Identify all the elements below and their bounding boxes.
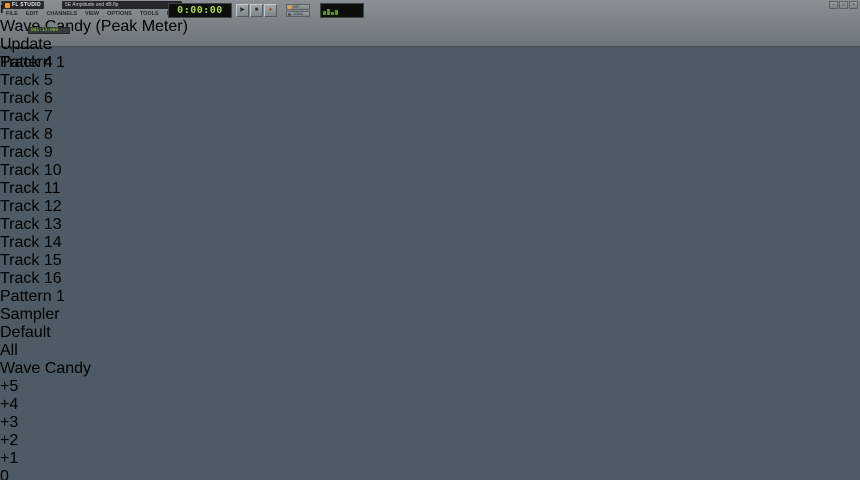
db-scale-label: +3 <box>0 414 19 431</box>
playlist-track-name[interactable]: Track 15 <box>0 252 860 270</box>
song-mode-led <box>288 12 291 16</box>
menu-item[interactable]: EDIT <box>22 10 43 19</box>
playlist-track-name[interactable]: Track 7 <box>0 108 860 126</box>
playlist-track-name[interactable]: Track 10 <box>0 162 860 180</box>
playlist-track-name[interactable]: Track 8 <box>0 126 860 144</box>
top-toolbar-area: FL STUDIO 5E Amplitude and dB.flp – □ × FI… <box>0 0 860 71</box>
hint-line2: Update <box>0 36 52 53</box>
channel-row: Default <box>0 324 860 342</box>
menu-bar: FILEEDITCHANNELSVIEWOPTIONSTOOLSHELP <box>2 10 185 19</box>
transport-controls: ▶ ■ ● <box>236 4 277 17</box>
wave-candy-window[interactable]: Wave Candy +5+4+3+2+10-1-2-3-4-5-6-7-8-9… <box>0 360 860 480</box>
app-logo[interactable]: FL STUDIO <box>2 1 44 9</box>
pattern-mode-button[interactable]: PAT <box>286 4 310 10</box>
record-button[interactable]: ● <box>264 4 277 17</box>
channel-row: Sampler <box>0 306 860 324</box>
cpu-meter-display <box>320 3 364 18</box>
db-scale-label: +1 <box>0 450 19 467</box>
cpu-bar <box>331 12 334 15</box>
menu-item[interactable]: TOOLS <box>136 10 163 19</box>
window-controls: – □ × <box>829 1 858 9</box>
db-scale: +5+4+3+2+10-1-2-3-4-5-6-7-8-9-10-11-12-1… <box>0 378 860 480</box>
cpu-bar <box>323 11 326 15</box>
window-control-button[interactable]: × <box>849 1 858 9</box>
window-control-button[interactable]: □ <box>839 1 848 9</box>
channel-button[interactable]: Sampler <box>0 306 860 324</box>
menu-item[interactable]: VIEW <box>81 10 103 19</box>
play-button[interactable]: ▶ <box>236 4 249 17</box>
db-scale-label: 0 <box>0 468 9 480</box>
wave-candy-title: Wave Candy <box>0 360 91 377</box>
fl-logo-icon <box>5 2 10 8</box>
playlist-track-name[interactable]: Track 14 <box>0 234 860 252</box>
db-scale-label: +5 <box>0 378 19 395</box>
menu-item[interactable]: CHANNELS <box>42 10 81 19</box>
position-readout: 001:13:000 <box>28 27 70 34</box>
song-mode-button[interactable]: SONG <box>286 11 310 17</box>
document-title: 5E Amplitude and dB.flp <box>62 1 182 9</box>
pattern-mode-label: PAT <box>293 5 300 9</box>
hint-line1: Wave Candy (Peak Meter) <box>0 18 188 35</box>
cpu-bar <box>327 9 330 15</box>
playlist-track-name[interactable]: Track 5 <box>0 72 860 90</box>
db-scale-label: +2 <box>0 432 19 449</box>
playlist-track-name[interactable]: Track 9 <box>0 144 860 162</box>
pattern-selector[interactable]: Pattern 1 <box>0 54 860 72</box>
fl-studio-screen: FL STUDIO 5E Amplitude and dB.flp – □ × FI… <box>0 0 860 480</box>
channel-rack-window: Pattern 1 Sampler Default All <box>0 288 860 360</box>
song-mode-label: SONG <box>293 12 304 16</box>
rack-bottom-bar: All <box>0 342 860 360</box>
playlist-track-name[interactable]: Track 16 <box>0 270 860 288</box>
time-display[interactable]: 0:00:00 <box>168 3 232 18</box>
playlist-track-name[interactable]: Track 11 <box>0 180 860 198</box>
channel-button[interactable]: Default <box>0 324 860 342</box>
channel-filter-select[interactable]: All <box>0 342 860 360</box>
playlist-track-name[interactable]: Track 12 <box>0 198 860 216</box>
menu-item[interactable]: FILE <box>2 10 22 19</box>
channel-rack-title: Pattern 1 <box>0 288 65 305</box>
app-logo-text: FL STUDIO <box>12 2 41 8</box>
playlist-track-name[interactable]: Track 13 <box>0 216 860 234</box>
playlist-track-name[interactable]: Track 6 <box>0 90 860 108</box>
window-control-button[interactable]: – <box>829 1 838 9</box>
pattern-mode-led <box>288 5 291 9</box>
channel-rack-titlebar[interactable]: Pattern 1 <box>0 288 860 306</box>
db-scale-label: +4 <box>0 396 19 413</box>
pat-song-switch: PAT SONG <box>286 4 310 17</box>
cpu-bar <box>335 10 338 15</box>
stop-button[interactable]: ■ <box>250 4 263 17</box>
menu-item[interactable]: OPTIONS <box>103 10 136 19</box>
